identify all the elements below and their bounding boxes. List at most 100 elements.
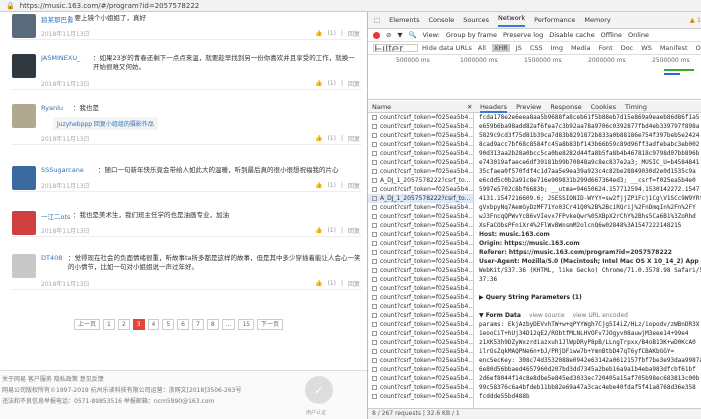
request-name[interactable]: count?csrf_token=f025ea5b4... bbox=[380, 321, 473, 328]
request-row[interactable]: count?csrf_token=f025ea5b4... bbox=[368, 293, 473, 302]
request-row[interactable]: count?csrf_token=f025ea5b4... bbox=[368, 239, 473, 248]
filter-input[interactable] bbox=[373, 44, 418, 52]
request-name[interactable]: count?csrf_token=f025ea5b4... bbox=[380, 159, 473, 166]
type-filter[interactable]: JS bbox=[514, 44, 524, 52]
avatar[interactable] bbox=[12, 211, 36, 235]
request-name[interactable]: count?csrf_token=f025ea5b4... bbox=[380, 150, 473, 157]
view-url-encoded-link[interactable]: view URL encoded bbox=[573, 312, 628, 319]
commenter-name[interactable]: Ryanlu bbox=[41, 104, 63, 112]
request-name[interactable]: count?csrf_token=f025ea5b4... bbox=[380, 375, 473, 382]
request-row[interactable]: count?csrf_token=f025ea5b4... bbox=[368, 347, 473, 356]
detail-tab[interactable]: Response bbox=[550, 103, 581, 113]
request-name[interactable]: count?csrf_token=f025ea5b4... bbox=[380, 249, 473, 256]
reply-link[interactable]: 回复 bbox=[348, 279, 360, 288]
like-icon[interactable]: 👍 bbox=[315, 80, 322, 87]
reply-link[interactable]: 回复 bbox=[348, 226, 360, 235]
request-name[interactable]: count?csrf_token=f025ea5b4... bbox=[380, 141, 473, 148]
request-name[interactable]: count?csrf_token=f025ea5b4... bbox=[380, 114, 473, 121]
request-row[interactable]: count?csrf_token=f025ea5b4... bbox=[368, 284, 473, 293]
request-row[interactable]: count?csrf_token=f025ea5b4... bbox=[368, 212, 473, 221]
request-name[interactable]: count?csrf_token=f025ea5b4... bbox=[380, 186, 473, 193]
request-name[interactable]: count?csrf_token=f025ea5b4... bbox=[380, 294, 473, 301]
url-text[interactable]: https://music.163.com/#/program?id=20575… bbox=[20, 2, 200, 10]
page-button[interactable]: 5 bbox=[162, 319, 175, 330]
request-row[interactable]: count?csrf_token=f025ea5b4... bbox=[368, 383, 473, 392]
request-name[interactable]: count?csrf_token=f025ea5b4... bbox=[380, 204, 473, 211]
page-button[interactable]: ... bbox=[221, 319, 236, 330]
reply-link[interactable]: 回复 bbox=[348, 134, 360, 143]
avatar[interactable] bbox=[12, 54, 36, 78]
like-count[interactable]: (1) bbox=[327, 80, 336, 87]
commenter-name[interactable]: 一江二ots bbox=[41, 211, 70, 221]
avatar[interactable] bbox=[12, 166, 36, 190]
page-button[interactable]: 7 bbox=[191, 319, 204, 330]
page-button[interactable]: 上一页 bbox=[74, 319, 101, 330]
request-name[interactable]: count?csrf_token=f025ea5b4... bbox=[380, 258, 473, 265]
type-filter[interactable]: Manifest bbox=[658, 44, 690, 52]
devtools-tab[interactable]: Performance bbox=[534, 16, 575, 24]
devtools-tab[interactable]: Console bbox=[428, 16, 454, 24]
type-filter[interactable]: CSS bbox=[528, 44, 545, 52]
hide-data-urls[interactable]: Hide data URLs bbox=[422, 44, 472, 52]
type-filter[interactable]: XHR bbox=[491, 44, 510, 52]
request-row[interactable]: count?csrf_token=f025ea5b4... bbox=[368, 230, 473, 239]
request-name[interactable]: count?csrf_token=f025ea5b4... bbox=[380, 357, 473, 364]
devtools-tab[interactable]: Memory bbox=[584, 16, 610, 24]
request-name[interactable]: count?csrf_token=f025ea5b4... bbox=[380, 123, 473, 130]
name-column-header[interactable]: Name bbox=[372, 103, 391, 111]
commenter-name[interactable]: SSSugarcane bbox=[41, 166, 84, 174]
request-row[interactable]: count?csrf_token=f025ea5b4... bbox=[368, 338, 473, 347]
toolbar-option[interactable]: Online bbox=[628, 31, 649, 39]
clear-icon[interactable]: ⊘ bbox=[386, 31, 391, 39]
request-row[interactable]: count?csrf_token=f025ea5b4... bbox=[368, 221, 473, 230]
reply-link[interactable]: 回复 bbox=[348, 181, 360, 190]
address-bar[interactable]: 🔒 https://music.163.com/#/program?id=205… bbox=[0, 0, 701, 12]
devtools-tab[interactable]: Network bbox=[498, 14, 526, 27]
request-row[interactable]: count?csrf_token=f025ea5b4... bbox=[368, 185, 473, 194]
type-filter[interactable]: Doc bbox=[619, 44, 636, 52]
page-button[interactable]: 8 bbox=[206, 319, 219, 330]
request-name[interactable]: count?csrf_token=f025ea5b4... bbox=[380, 222, 473, 229]
toolbar-option[interactable]: Preserve log bbox=[503, 31, 543, 39]
request-row[interactable]: A_DJ_1_2057578222?csrf_to... bbox=[368, 176, 473, 185]
page-button[interactable]: 3 bbox=[132, 319, 145, 330]
like-count[interactable]: (1) bbox=[327, 227, 336, 234]
request-name[interactable]: count?csrf_token=f025ea5b4... bbox=[380, 276, 473, 283]
type-filter[interactable]: Img bbox=[549, 44, 565, 52]
like-icon[interactable]: 👍 bbox=[315, 135, 322, 142]
toolbar-option[interactable]: View: bbox=[423, 31, 440, 39]
request-row[interactable]: count?csrf_token=f025ea5b4... bbox=[368, 275, 473, 284]
request-name[interactable]: count?csrf_token=f025ea5b4... bbox=[380, 285, 473, 292]
request-row[interactable]: count?csrf_token=f025ea5b4... bbox=[368, 131, 473, 140]
like-count[interactable]: (1) bbox=[327, 135, 336, 142]
like-icon[interactable]: 👍 bbox=[315, 182, 322, 189]
detail-tab[interactable]: Headers bbox=[480, 103, 508, 113]
toolbar-option[interactable]: Group by frame bbox=[446, 31, 497, 39]
request-row[interactable]: count?csrf_token=f025ea5b4... bbox=[368, 122, 473, 131]
like-icon[interactable]: 👍 bbox=[315, 280, 322, 287]
request-row[interactable]: count?csrf_token=f025ea5b4... bbox=[368, 302, 473, 311]
commenter-name[interactable]: DT408 bbox=[41, 254, 62, 262]
request-row[interactable]: count?csrf_token=f025ea5b4... bbox=[368, 113, 473, 122]
avatar[interactable] bbox=[12, 254, 36, 278]
detail-tab[interactable]: Cookies bbox=[591, 103, 616, 113]
request-name[interactable]: count?csrf_token=f025ea5b4... bbox=[380, 393, 473, 400]
request-name[interactable]: count?csrf_token=f025ea5b4... bbox=[380, 168, 473, 175]
like-icon[interactable]: 👍 bbox=[315, 227, 322, 234]
request-row[interactable]: count?csrf_token=f025ea5b4... bbox=[368, 266, 473, 275]
reply-link[interactable]: 回复 bbox=[348, 79, 360, 88]
filter-icon[interactable]: ▼ bbox=[397, 31, 402, 39]
request-row[interactable]: count?csrf_token=f025ea5b4... bbox=[368, 248, 473, 257]
request-row[interactable]: count?csrf_token=f025ea5b4... bbox=[368, 158, 473, 167]
inspect-icon[interactable]: ⬚ bbox=[374, 16, 380, 24]
commenter-name[interactable]: JASMINEXU_ bbox=[41, 54, 80, 62]
page-button[interactable]: 下一页 bbox=[257, 319, 284, 330]
request-name[interactable]: count?csrf_token=f025ea5b4... bbox=[380, 303, 473, 310]
detail-tab[interactable]: Preview bbox=[516, 103, 541, 113]
reply-link[interactable]: 回复 bbox=[348, 29, 360, 38]
like-icon[interactable]: 👍 bbox=[315, 30, 322, 37]
page-button[interactable]: 1 bbox=[103, 319, 115, 330]
request-row[interactable]: count?csrf_token=f025ea5b4... bbox=[368, 374, 473, 383]
request-row[interactable]: count?csrf_token=f025ea5b4... bbox=[368, 365, 473, 374]
like-count[interactable]: (1) bbox=[327, 30, 336, 37]
